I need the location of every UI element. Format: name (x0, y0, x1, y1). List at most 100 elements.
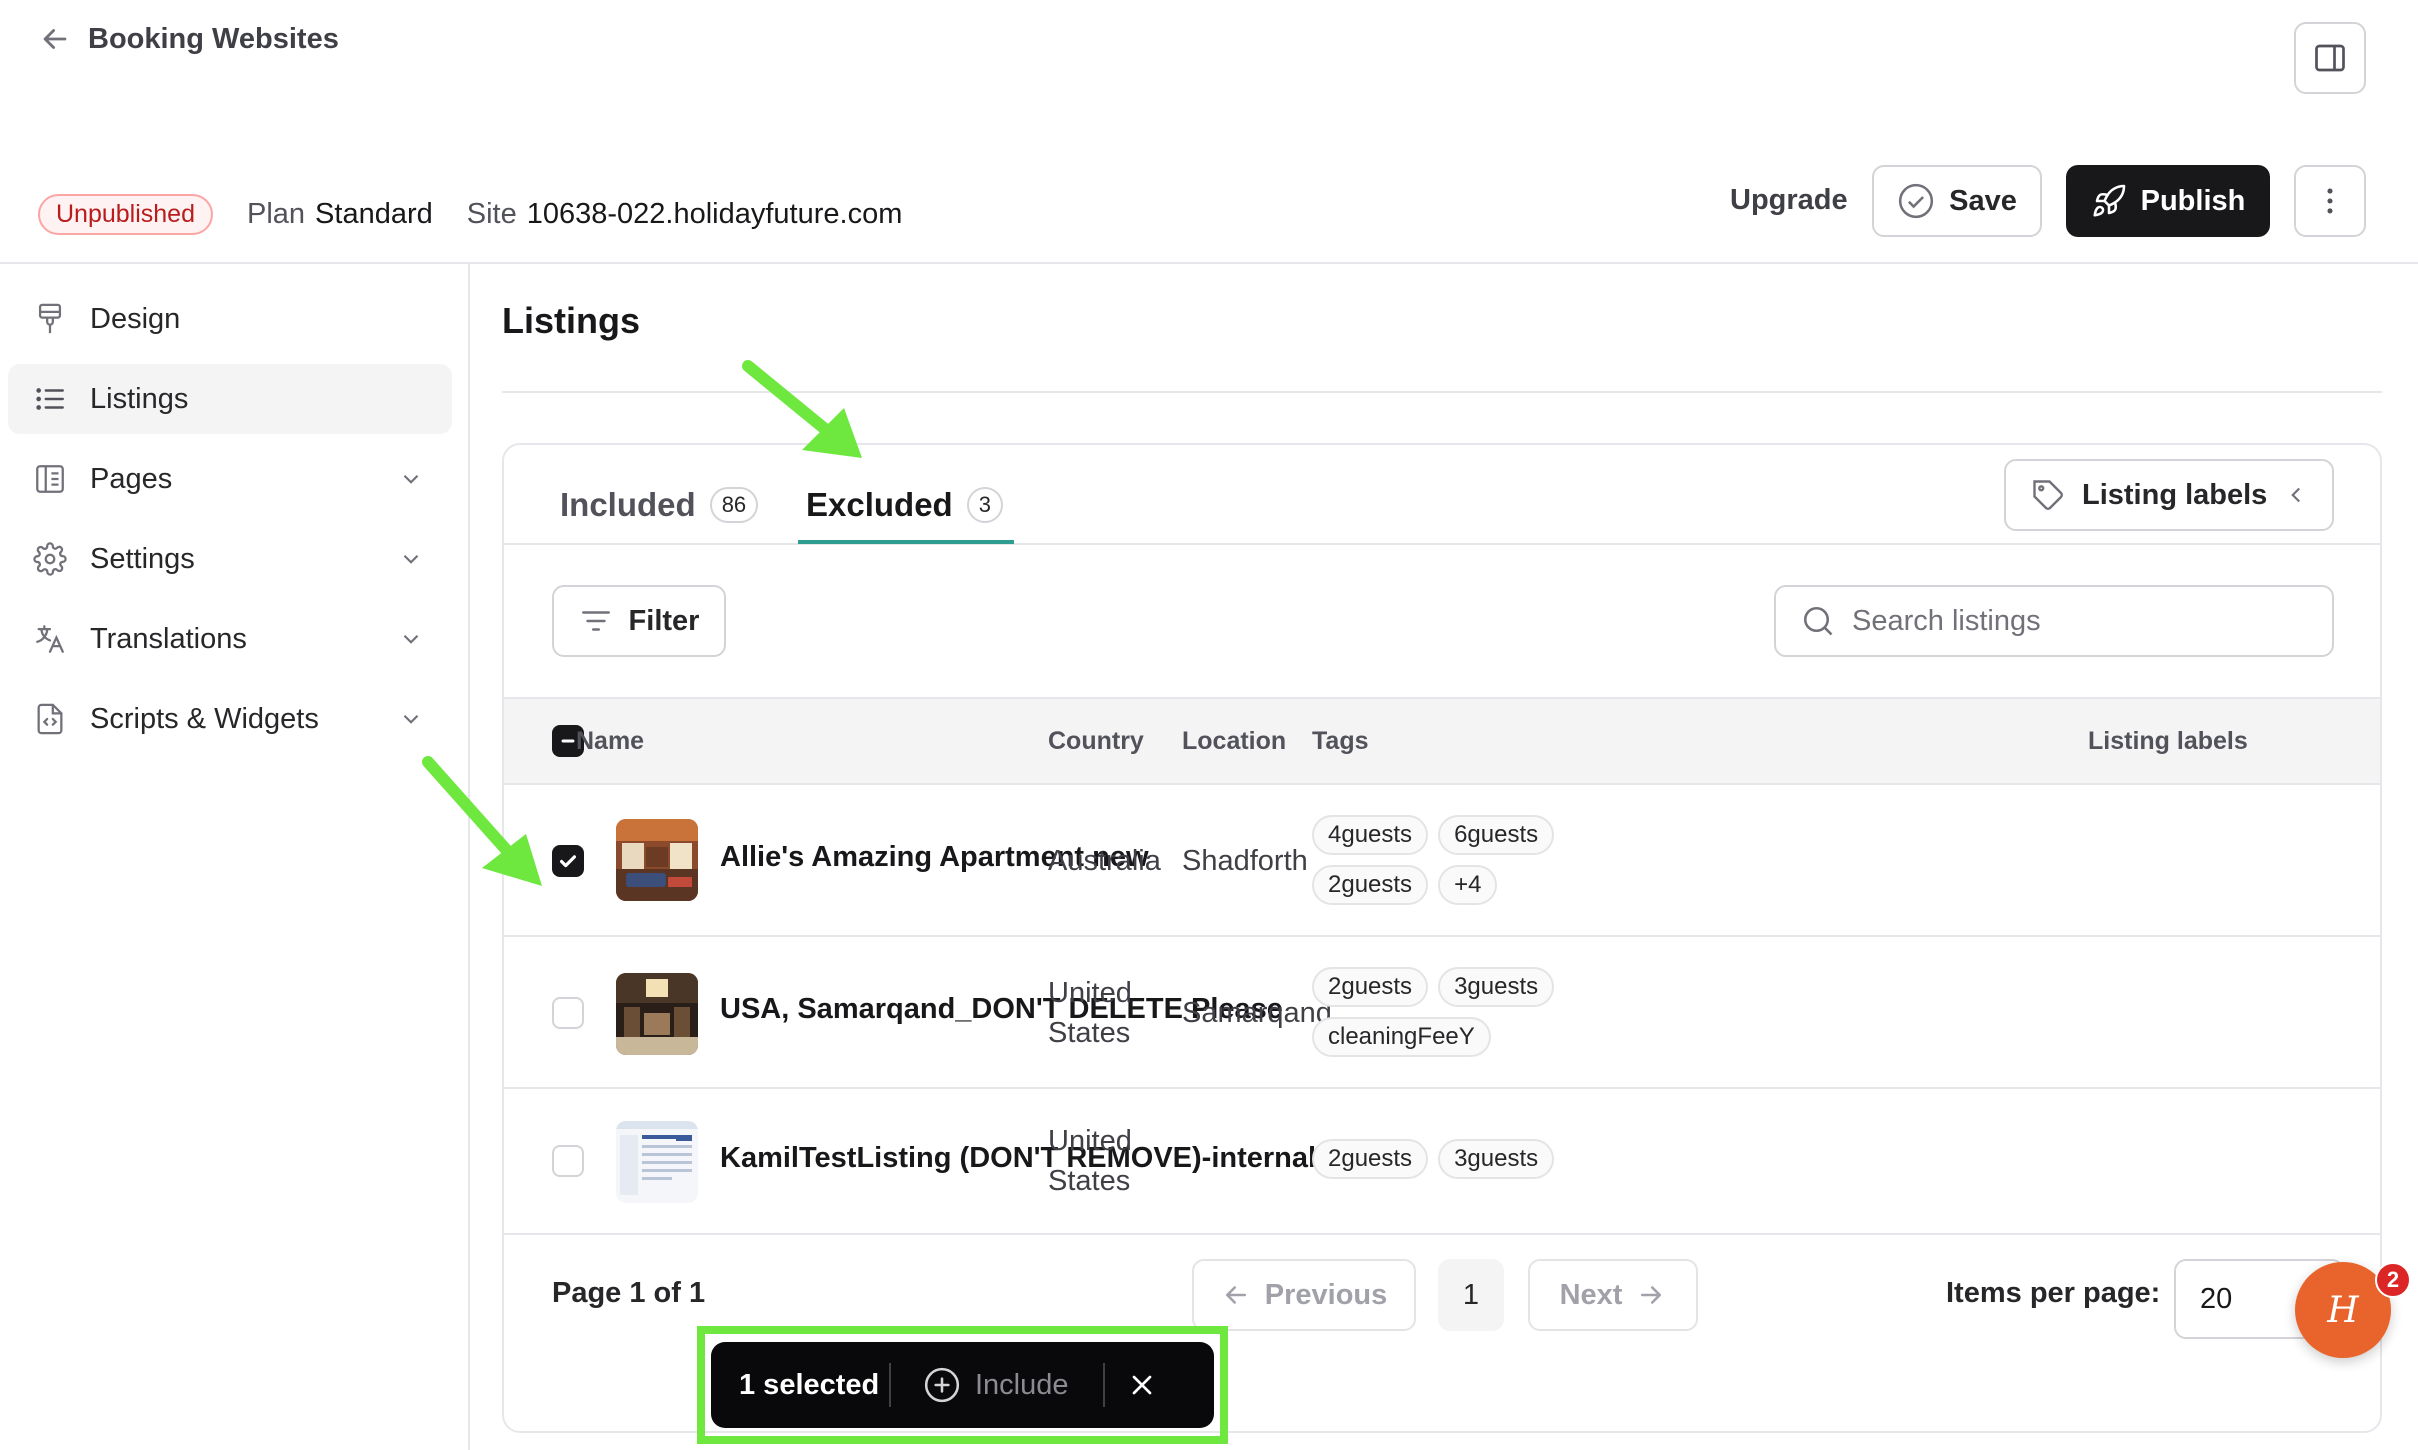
tag-icon (2033, 480, 2063, 510)
selected-count: 1 selected (739, 1368, 880, 1401)
row-checkbox[interactable] (552, 1145, 584, 1177)
sidebar-item-design[interactable]: Design (8, 284, 452, 354)
listing-tags: 2guests 3guests (1312, 1139, 1612, 1179)
column-header-country[interactable]: Country (1048, 727, 1144, 756)
table-row[interactable]: USA, Samarqand_DON'T DELETE Please Unite… (504, 937, 2380, 1089)
sidebar-item-label: Settings (90, 542, 195, 575)
arrow-left-icon (43, 29, 67, 49)
tab-included[interactable]: Included 86 (560, 465, 759, 545)
search-field[interactable] (1774, 585, 2334, 657)
more-options-button[interactable] (2294, 165, 2366, 237)
more-tags-chip[interactable]: +4 (1438, 865, 1498, 905)
page-icon (32, 461, 68, 497)
list-icon (32, 381, 68, 417)
column-header-tags[interactable]: Tags (1312, 727, 1369, 756)
top-header: Booking Websites Unpublished Plan Standa… (0, 0, 2418, 264)
previous-label: Previous (1264, 1278, 1388, 1311)
listing-name[interactable]: KamilTestListing (DON'T REMOVE)-internal (720, 1142, 1316, 1175)
tag-chip: 6guests (1438, 815, 1555, 855)
tab-label: Excluded (806, 486, 953, 523)
items-per-page-label: Items per page: (1946, 1277, 2161, 1309)
items-per-page-value: 20 (2200, 1282, 2233, 1315)
listings-card: Included 86 Excluded 3 Listing labels Fi… (502, 443, 2382, 1433)
tab-count-badge: 86 (709, 487, 759, 523)
tag-chip: 3guests (1438, 1139, 1555, 1179)
include-label: Include (975, 1368, 1069, 1401)
translate-icon (32, 621, 68, 657)
table-row[interactable]: Allie's Amazing Apartment new Australia … (504, 785, 2380, 937)
divider (502, 391, 2382, 393)
column-header-listing-labels[interactable]: Listing labels (2088, 727, 2248, 756)
row-checkbox[interactable] (552, 845, 584, 877)
status-badge: Unpublished (38, 194, 213, 235)
listing-labels-button-label: Listing labels (2082, 478, 2268, 511)
code-file-icon (32, 701, 68, 737)
search-input[interactable] (1852, 604, 2312, 638)
plan-value: Standard (315, 198, 433, 230)
chevron-down-icon (403, 714, 419, 724)
listing-thumbnail (616, 973, 698, 1055)
back-link[interactable]: Booking Websites (38, 22, 339, 56)
paintbrush-icon (32, 301, 68, 337)
page-title: Listings (502, 300, 641, 341)
upgrade-link[interactable]: Upgrade (1730, 184, 1848, 217)
chevron-down-icon (403, 474, 419, 484)
site-value[interactable]: 10638-022.holidayfuture.com (527, 198, 903, 231)
tab-excluded[interactable]: Excluded 3 (806, 465, 1003, 545)
next-page-button[interactable]: Next (1528, 1259, 1698, 1331)
sidebar-item-label: Translations (90, 622, 247, 655)
country-line: States (1048, 1017, 1131, 1049)
listing-country: Australia (1048, 841, 1161, 881)
tag-chip: cleaningFeeY (1312, 1017, 1491, 1057)
save-button[interactable]: Save (1872, 165, 2042, 237)
listing-country: United States (1048, 973, 1132, 1053)
page-number-current[interactable]: 1 (1438, 1259, 1504, 1331)
arrow-right-icon (1641, 1286, 1662, 1304)
panel-toggle-button[interactable] (2294, 22, 2366, 94)
tab-label: Included (560, 486, 696, 523)
column-header-name[interactable]: Name (576, 727, 644, 756)
active-tab-indicator (798, 540, 1014, 544)
check-circle-icon (1899, 183, 1934, 219)
tag-chip: 2guests (1312, 967, 1429, 1007)
listing-thumbnail (616, 1121, 698, 1203)
sidebar-item-label: Listings (90, 382, 189, 415)
row-checkbox[interactable] (552, 997, 584, 1029)
listing-labels-button[interactable]: Listing labels (2004, 459, 2334, 531)
clear-selection-button[interactable] (1105, 1369, 1179, 1401)
sidebar-item-pages[interactable]: Pages (8, 444, 452, 514)
site-status-row: Unpublished Plan Standard Site 10638-022… (38, 194, 936, 235)
chevron-down-icon (403, 634, 419, 644)
sidebar: Design Listings Pages Settings Translati… (0, 264, 470, 1450)
site-label: Site (466, 198, 517, 230)
table-header: Name Country Location Tags Listing label… (504, 697, 2380, 785)
sidebar-item-label: Scripts & Widgets (90, 702, 319, 735)
rocket-icon (2093, 184, 2125, 217)
sidebar-item-scripts-widgets[interactable]: Scripts & Widgets (8, 684, 452, 754)
table-row[interactable]: KamilTestListing (DON'T REMOVE)-internal… (504, 1089, 2380, 1235)
filter-icon (581, 611, 610, 631)
sidebar-item-settings[interactable]: Settings (8, 524, 452, 594)
arrow-left-icon (1225, 1286, 1246, 1304)
filter-button[interactable]: Filter (552, 585, 726, 657)
column-header-location[interactable]: Location (1182, 727, 1286, 756)
listing-location: Shadforth (1182, 845, 1308, 877)
close-icon (1132, 1375, 1151, 1395)
country-line: Australia (1048, 845, 1161, 877)
country-line: United (1048, 977, 1132, 1009)
more-vertical-icon (2327, 188, 2333, 214)
listing-country: United States (1048, 1121, 1132, 1201)
publish-button[interactable]: Publish (2066, 165, 2270, 237)
country-line: States (1048, 1165, 1131, 1197)
country-line: United (1048, 1125, 1132, 1157)
filter-button-label: Filter (628, 604, 700, 637)
sidebar-item-listings[interactable]: Listings (8, 364, 452, 434)
plan-label: Plan (247, 198, 306, 230)
listing-location: Samarqand (1182, 997, 1332, 1029)
listing-tabs: Included 86 Excluded 3 Listing labels (504, 445, 2380, 545)
sidebar-item-translations[interactable]: Translations (8, 604, 452, 674)
include-button[interactable]: Include (891, 1366, 1103, 1404)
previous-page-button[interactable]: Previous (1192, 1259, 1416, 1331)
check-icon (559, 855, 577, 868)
minus-icon (561, 739, 575, 743)
